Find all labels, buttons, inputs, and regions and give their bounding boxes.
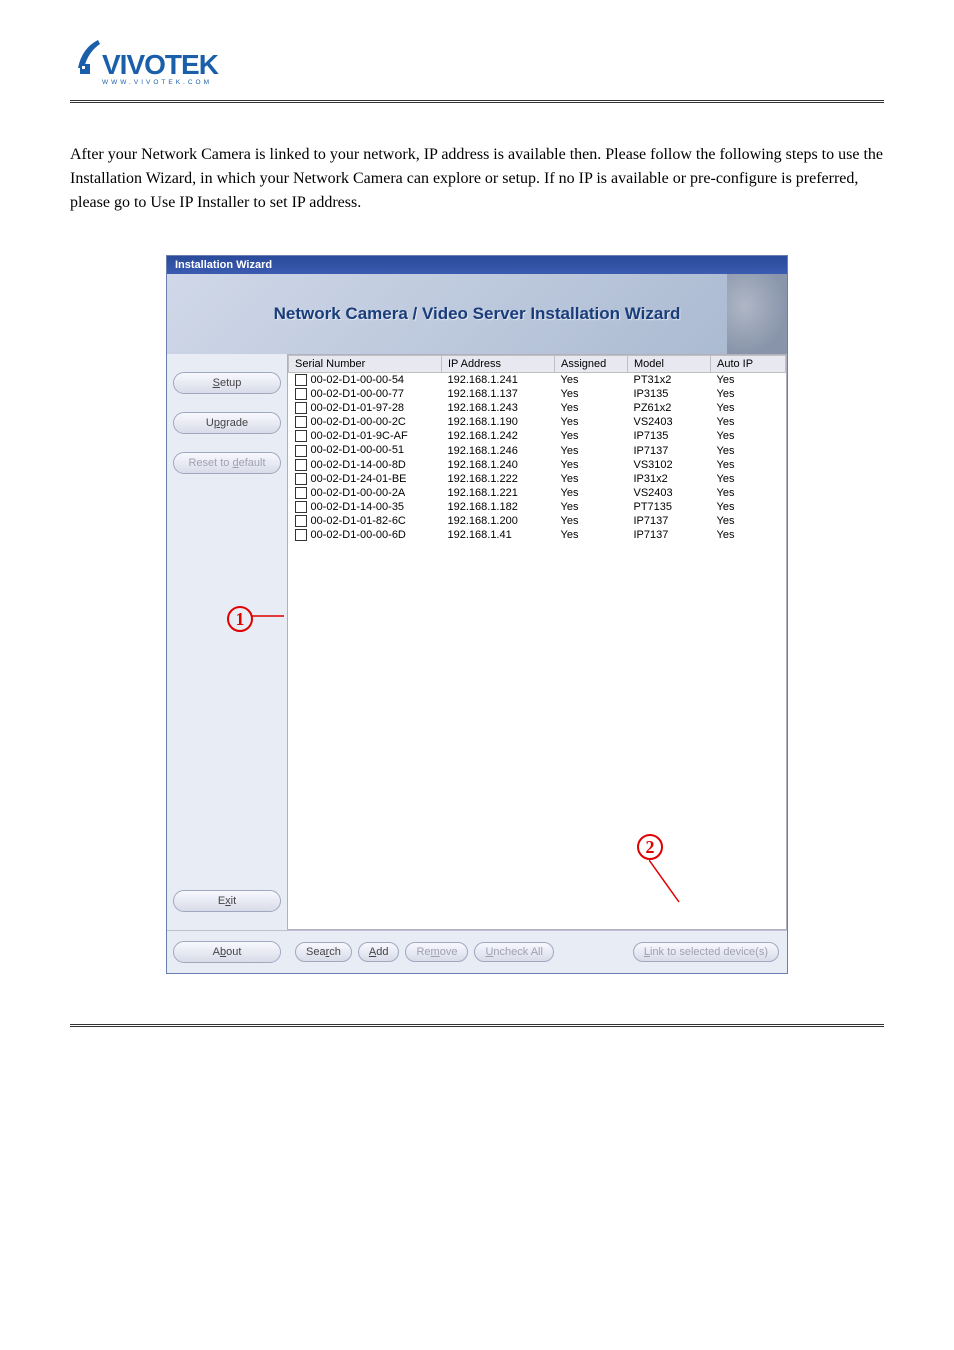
row-checkbox[interactable] (295, 430, 307, 442)
device-table-area: Serial Number IP Address Assigned Model … (287, 354, 787, 930)
table-row[interactable]: 00-02-D1-00-00-51192.168.1.246YesIP7137Y… (289, 443, 786, 457)
table-row[interactable]: 00-02-D1-00-00-54192.168.1.241YesPT31x2Y… (289, 373, 786, 388)
table-row[interactable]: 00-02-D1-01-82-6C192.168.1.200YesIP7137Y… (289, 514, 786, 528)
device-table: Serial Number IP Address Assigned Model … (288, 355, 786, 542)
callout-1-line (252, 601, 312, 631)
svg-text:WWW.VIVOTEK.COM: WWW.VIVOTEK.COM (102, 79, 212, 86)
exit-button[interactable]: Exit (173, 890, 281, 912)
row-checkbox[interactable] (295, 388, 307, 400)
row-checkbox[interactable] (295, 529, 307, 541)
add-button[interactable]: Add (358, 942, 400, 962)
about-button[interactable]: About (173, 941, 281, 963)
app-window: Installation Wizard Network Camera / Vid… (166, 255, 788, 974)
col-autoip[interactable]: Auto IP (711, 356, 786, 373)
search-button[interactable]: Search (295, 942, 352, 962)
row-checkbox[interactable] (295, 374, 307, 386)
callout-2: 2 (637, 834, 663, 860)
link-to-selected-button[interactable]: Link to selected device(s) (633, 942, 779, 962)
row-checkbox[interactable] (295, 459, 307, 471)
setup-button[interactable]: Setup (173, 372, 281, 394)
row-checkbox[interactable] (295, 501, 307, 513)
svg-text:VIVOTEK: VIVOTEK (102, 49, 219, 80)
table-row[interactable]: 00-02-D1-14-00-8D192.168.1.240YesVS3102Y… (289, 458, 786, 472)
table-row[interactable]: 00-02-D1-00-00-77192.168.1.137YesIP3135Y… (289, 387, 786, 401)
col-serial[interactable]: Serial Number (289, 356, 442, 373)
intro-text: After your Network Camera is linked to y… (70, 143, 884, 215)
sidebar: Setup Upgrade Reset to default Exit (167, 354, 287, 930)
table-row[interactable]: 00-02-D1-00-00-2C192.168.1.190YesVS2403Y… (289, 415, 786, 429)
table-row[interactable]: 00-02-D1-14-00-35192.168.1.182YesPT7135Y… (289, 500, 786, 514)
row-checkbox[interactable] (295, 487, 307, 499)
table-row[interactable]: 00-02-D1-00-00-2A192.168.1.221YesVS2403Y… (289, 486, 786, 500)
banner-title: Network Camera / Video Server Installati… (274, 304, 681, 324)
table-row[interactable]: 00-02-D1-24-01-BE192.168.1.222YesIP31x2Y… (289, 472, 786, 486)
callout-2-line (649, 860, 709, 910)
callout-1: 1 (227, 606, 253, 632)
vivotek-logo: VIVOTEK WWW.VIVOTEK.COM (70, 30, 260, 90)
header-banner: Network Camera / Video Server Installati… (167, 274, 787, 354)
remove-button[interactable]: Remove (405, 942, 468, 962)
reset-to-default-button[interactable]: Reset to default (173, 452, 281, 474)
footer-rule (70, 1024, 884, 1027)
table-row[interactable]: 00-02-D1-01-9C-AF192.168.1.242YesIP7135Y… (289, 429, 786, 443)
uncheck-all-button[interactable]: Uncheck All (474, 942, 553, 962)
row-checkbox[interactable] (295, 473, 307, 485)
header-rule (70, 100, 884, 103)
row-checkbox[interactable] (295, 515, 307, 527)
row-checkbox[interactable] (295, 402, 307, 414)
col-model[interactable]: Model (628, 356, 711, 373)
row-checkbox[interactable] (295, 416, 307, 428)
upgrade-button[interactable]: Upgrade (173, 412, 281, 434)
col-ip[interactable]: IP Address (442, 356, 555, 373)
row-checkbox[interactable] (295, 445, 307, 457)
table-row[interactable]: 00-02-D1-00-00-6D192.168.1.41YesIP7137Ye… (289, 528, 786, 542)
table-row[interactable]: 00-02-D1-01-97-28192.168.1.243YesPZ61x2Y… (289, 401, 786, 415)
banner-decoration (727, 274, 787, 354)
col-assigned[interactable]: Assigned (555, 356, 628, 373)
window-titlebar: Installation Wizard (167, 256, 787, 274)
